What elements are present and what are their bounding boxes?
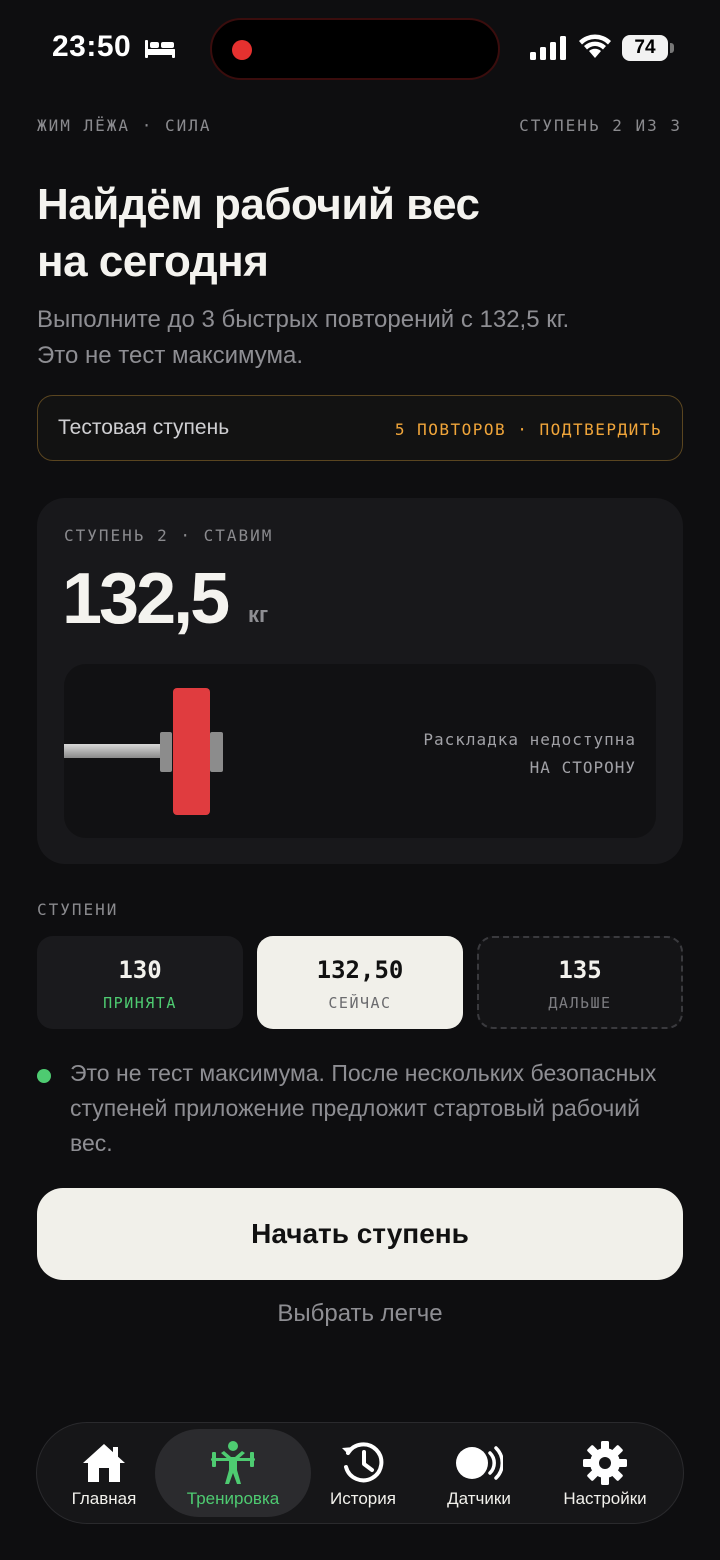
step-accepted[interactable]: 130 ПРИНЯТА xyxy=(37,936,243,1029)
subtitle-line2: Это не тест максимума. xyxy=(37,342,304,369)
plate-loading-panel: Раскладка недоступна НА СТОРОНУ xyxy=(64,664,656,838)
tab-label: Тренировка xyxy=(186,1489,280,1508)
weight-unit: кг xyxy=(248,602,269,627)
bed-icon xyxy=(145,40,175,58)
weightlifter-icon xyxy=(211,1441,255,1484)
tab-home[interactable]: Главная xyxy=(51,1423,157,1523)
tab-label: Датчики xyxy=(447,1489,511,1508)
exercise-label: ЖИМ ЛЁЖА · СИЛА xyxy=(37,116,212,135)
weight-value: 132,5 xyxy=(62,559,230,639)
tab-workout[interactable]: Тренировка xyxy=(155,1423,311,1523)
sensor-icon xyxy=(456,1446,503,1480)
tab-sensors[interactable]: Датчики xyxy=(427,1423,531,1523)
page-title-line2: на сегодня xyxy=(37,237,269,286)
card-eyebrow: СТУПЕНЬ 2 · СТАВИМ xyxy=(64,526,274,545)
start-step-button[interactable]: Начать ступень xyxy=(37,1188,683,1280)
step-status: СЕЙЧАС xyxy=(328,994,392,1012)
tab-bar: Главная Тренировка История Датчики Настр… xyxy=(36,1422,684,1524)
info-text: Это не тест максимума. После нескольких … xyxy=(70,1060,657,1156)
info-dot-icon xyxy=(37,1069,51,1083)
steps-label: СТУПЕНИ xyxy=(37,900,119,919)
step-next[interactable]: 135 ДАЛЬШЕ xyxy=(477,936,683,1029)
step-value: 130 xyxy=(118,956,162,984)
step-status: ДАЛЬШЕ xyxy=(548,994,612,1012)
status-time: 23:50 xyxy=(52,30,132,63)
step-value: 135 xyxy=(558,956,602,984)
page-title: Найдём рабочий вес на сегодня xyxy=(37,176,657,290)
battery-icon: 74 xyxy=(622,35,674,61)
home-icon xyxy=(83,1444,125,1482)
battery-level: 74 xyxy=(622,35,668,61)
confirm-reps-link[interactable]: 5 ПОВТОРОВ · ПОДТВЕРДИТЬ xyxy=(395,420,662,439)
weight-card: СТУПЕНЬ 2 · СТАВИМ 132,5 кг Раскладка не… xyxy=(37,498,683,864)
history-icon xyxy=(342,1442,384,1483)
banner-label: Тестовая ступень xyxy=(58,416,230,439)
test-step-banner[interactable]: Тестовая ступень 5 ПОВТОРОВ · ПОДТВЕРДИТ… xyxy=(37,395,683,461)
plate-note-line1: Раскладка недоступна xyxy=(423,730,636,749)
barbell-icon xyxy=(64,688,223,815)
gear-icon xyxy=(583,1441,627,1485)
tab-label: Главная xyxy=(71,1489,137,1508)
subtitle-line1: Выполните до 3 быстрых повторений с 132,… xyxy=(37,306,570,333)
page-title-line1: Найдём рабочий вес xyxy=(37,180,480,229)
dynamic-island xyxy=(210,18,500,80)
choose-lighter-button[interactable]: Выбрать легче xyxy=(0,1300,720,1328)
step-progress: СТУПЕНЬ 2 ИЗ 3 xyxy=(519,116,682,135)
signal-icon xyxy=(530,36,566,60)
tab-settings[interactable]: Настройки xyxy=(545,1423,665,1523)
weight-plate xyxy=(173,688,210,815)
wifi-icon xyxy=(579,34,611,58)
tab-label: Настройки xyxy=(563,1489,647,1508)
plate-note-line2: НА СТОРОНУ xyxy=(529,758,636,777)
plate-note: Раскладка недоступна НА СТОРОНУ xyxy=(423,726,636,782)
recording-dot-icon xyxy=(232,40,252,60)
step-current[interactable]: 132,50 СЕЙЧАС xyxy=(257,936,463,1029)
step-value: 132,50 xyxy=(316,956,404,984)
page-subtitle: Выполните до 3 быстрых повторений с 132,… xyxy=(37,302,677,374)
step-status: ПРИНЯТА xyxy=(103,994,177,1012)
tab-label: История xyxy=(330,1489,396,1508)
tab-history[interactable]: История xyxy=(317,1423,409,1523)
